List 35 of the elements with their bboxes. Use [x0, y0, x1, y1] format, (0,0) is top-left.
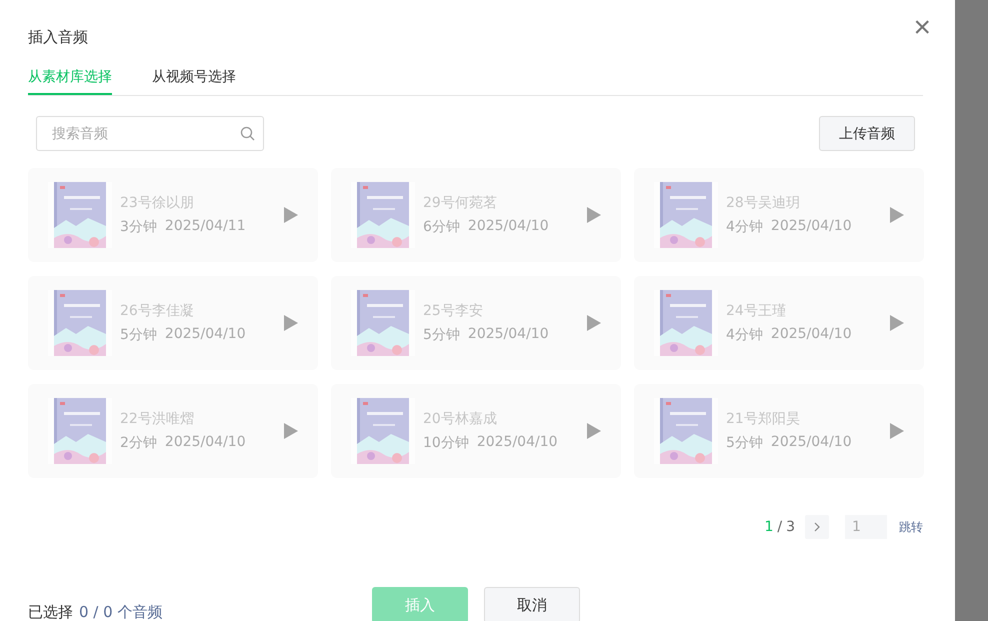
- audio-duration: 10分钟: [423, 434, 469, 452]
- audio-date: 2025/04/10: [770, 434, 852, 452]
- audio-date: 2025/04/10: [164, 434, 246, 452]
- chevron-right-icon: [814, 522, 820, 532]
- current-page: 1: [764, 519, 774, 535]
- audio-duration: 4分钟: [726, 218, 763, 236]
- selected-count: 0 / 0 个音频: [79, 602, 162, 621]
- tab[interactable]: 从素材库选择: [28, 68, 112, 95]
- audio-date: 2025/04/10: [770, 218, 852, 236]
- page-separator: /: [777, 519, 782, 535]
- upload-button[interactable]: 上传音频: [819, 116, 915, 151]
- audio-duration: 4分钟: [726, 326, 763, 344]
- cancel-button[interactable]: 取消: [484, 587, 580, 621]
- audio-date: 2025/04/10: [468, 326, 549, 344]
- audio-date: 2025/04/10: [770, 326, 852, 344]
- audio-duration: 3分钟: [120, 218, 157, 236]
- audio-duration: 5分钟: [120, 326, 157, 344]
- search-field[interactable]: 搜索音频: [36, 116, 264, 151]
- selected-label: 已选择: [28, 602, 73, 621]
- audio-date: 2025/04/10: [476, 434, 558, 452]
- audio-duration: 2分钟: [120, 434, 157, 452]
- search-icon: [240, 126, 255, 141]
- close-button[interactable]: ×: [913, 12, 931, 42]
- audio-date: 2025/04/10: [468, 218, 549, 236]
- audio-duration: 5分钟: [423, 326, 460, 344]
- audio-date: 2025/04/10: [164, 326, 246, 344]
- audio-duration: 6分钟: [423, 218, 460, 236]
- jump-link[interactable]: 跳转: [899, 518, 923, 536]
- dialog-title: 插入音频: [28, 28, 88, 47]
- next-page-button[interactable]: [805, 515, 829, 539]
- tab[interactable]: 从视频号选择: [152, 68, 236, 95]
- total-pages: 3: [786, 519, 795, 535]
- audio-duration: 5分钟: [726, 434, 763, 452]
- audio-date: 2025/04/11: [164, 218, 246, 236]
- page-input[interactable]: 1: [845, 515, 887, 539]
